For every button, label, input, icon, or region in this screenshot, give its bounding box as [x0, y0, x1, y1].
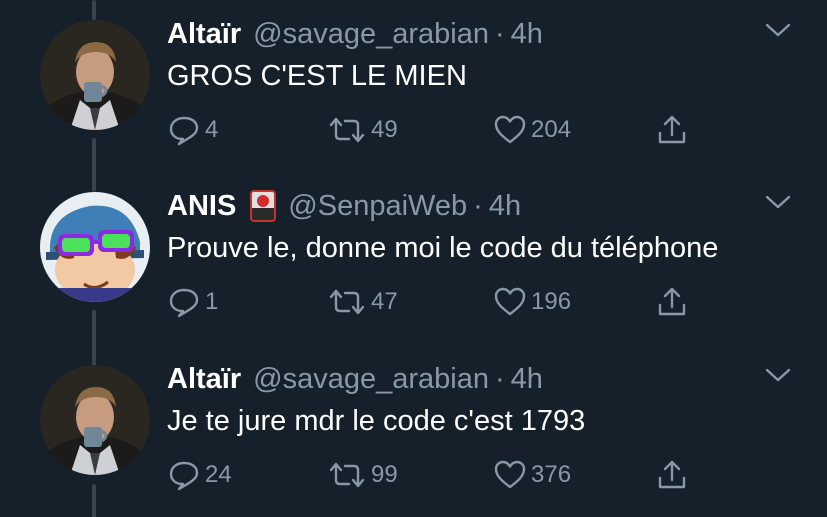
avatar[interactable]: [40, 365, 150, 475]
share-icon: [655, 458, 689, 492]
separator-dot: ·: [473, 189, 483, 222]
tweet-text: Je te jure mdr le code c'est 1793: [167, 405, 586, 437]
chevron-down-icon[interactable]: [765, 194, 791, 210]
share-button[interactable]: [655, 457, 689, 493]
reply-button[interactable]: 4: [167, 112, 218, 148]
tweet-header: Altaïr @savage_arabian · 4h: [167, 359, 543, 399]
tweet[interactable]: ANIS @SenpaiWeb · 4h Prouve le, donne mo…: [0, 172, 827, 344]
reply-icon: [167, 458, 201, 492]
retweet-count: 99: [371, 461, 398, 488]
reply-icon: [167, 113, 201, 147]
heart-icon: [493, 113, 527, 147]
share-button[interactable]: [655, 284, 689, 320]
tweet-header: Altaïr @savage_arabian · 4h: [167, 14, 543, 54]
user-handle[interactable]: @SenpaiWeb: [288, 190, 467, 223]
retweet-icon: [327, 113, 367, 147]
heart-icon: [493, 285, 527, 319]
retweet-icon: [327, 458, 367, 492]
display-name[interactable]: Altaïr: [167, 363, 241, 396]
retweet-icon: [327, 285, 367, 319]
reply-count: 4: [205, 116, 219, 143]
like-button[interactable]: 196: [493, 284, 571, 320]
avatar[interactable]: [40, 192, 150, 302]
heart-icon: [493, 458, 527, 492]
tweet-header: ANIS @SenpaiWeb · 4h: [167, 186, 521, 226]
reply-button[interactable]: 1: [167, 284, 218, 320]
tweet-text: Prouve le, donne moi le code du téléphon…: [167, 232, 719, 264]
reply-count: 24: [205, 461, 232, 488]
user-handle[interactable]: @savage_arabian: [253, 18, 489, 51]
avatar[interactable]: [40, 20, 150, 130]
share-button[interactable]: [655, 112, 689, 148]
separator-dot: ·: [494, 362, 505, 395]
timestamp[interactable]: 4h: [511, 363, 543, 396]
display-name[interactable]: Altaïr: [167, 18, 241, 51]
tweet-text: GROS C'EST LE MIEN: [167, 60, 467, 92]
display-name[interactable]: ANIS: [167, 190, 236, 223]
timestamp[interactable]: 4h: [511, 18, 543, 51]
user-handle[interactable]: @savage_arabian: [253, 363, 489, 396]
like-count: 196: [531, 288, 572, 315]
timestamp[interactable]: 4h: [489, 190, 521, 223]
separator-dot: ·: [494, 17, 505, 50]
chevron-down-icon[interactable]: [765, 367, 791, 383]
tweet-actions: 24 99 376: [167, 457, 707, 493]
like-button[interactable]: 204: [493, 112, 571, 148]
share-icon: [655, 113, 689, 147]
retweet-button[interactable]: 47: [327, 284, 398, 320]
tweet-actions: 4 49 204: [167, 112, 707, 148]
tweet-thread: Altaïr @savage_arabian · 4h GROS C'EST L…: [0, 0, 827, 517]
chevron-down-icon[interactable]: [765, 22, 791, 38]
share-icon: [655, 285, 689, 319]
like-count: 376: [531, 461, 572, 488]
hanafuda-card-emoji: [250, 190, 277, 222]
retweet-button[interactable]: 49: [327, 112, 398, 148]
retweet-count: 49: [371, 116, 398, 143]
tweet[interactable]: Altaïr @savage_arabian · 4h GROS C'EST L…: [0, 0, 827, 172]
retweet-count: 47: [371, 288, 398, 315]
tweet[interactable]: Altaïr @savage_arabian · 4h Je te jure m…: [0, 345, 827, 517]
reply-button[interactable]: 24: [167, 457, 232, 493]
like-button[interactable]: 376: [493, 457, 571, 493]
retweet-button[interactable]: 99: [327, 457, 398, 493]
reply-count: 1: [205, 288, 219, 315]
like-count: 204: [531, 116, 572, 143]
tweet-actions: 1 47 196: [167, 284, 707, 320]
reply-icon: [167, 285, 201, 319]
